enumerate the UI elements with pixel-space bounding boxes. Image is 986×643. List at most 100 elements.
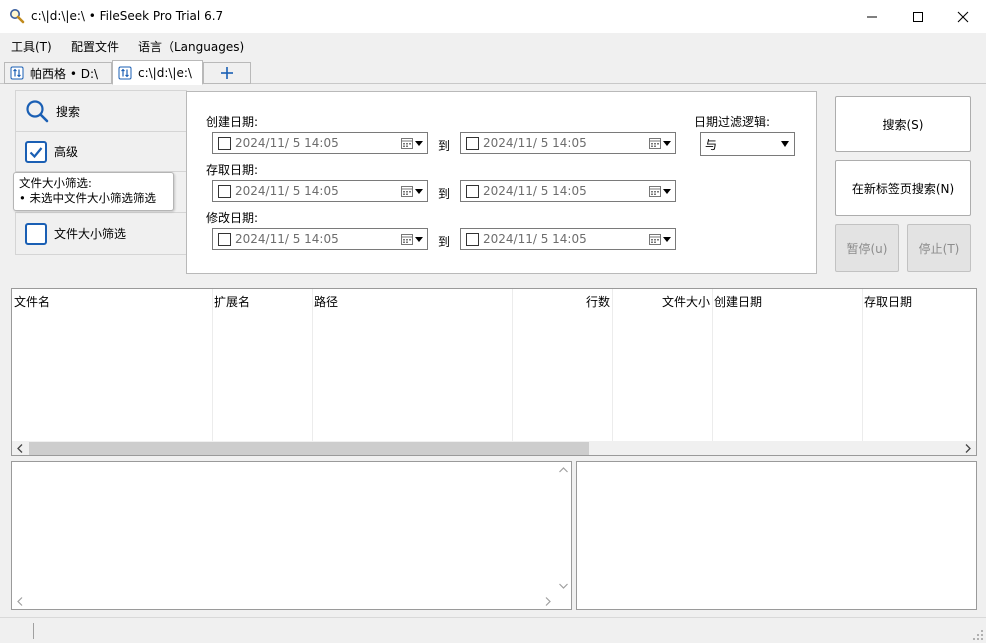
date-logic-label: 日期过滤逻辑: [694, 115, 771, 129]
stop-button[interactable]: 停止(T) [907, 224, 971, 272]
tab-cde[interactable]: c:\|d:\|e:\ [112, 60, 203, 85]
created-date-label: 创建日期: [206, 115, 259, 129]
column-header-lines[interactable]: 行数 [586, 293, 610, 310]
created-to-value: 2024/11/ 5 14:05 [483, 136, 587, 150]
modified-from-picker[interactable]: 2024/11/ 5 14:05 [212, 228, 428, 250]
menu-tools[interactable]: 工具(T) [11, 38, 52, 55]
search-new-tab-button[interactable]: 在新标签页搜索(N) [835, 160, 971, 216]
tab-label: 帕西格 • D:\ [30, 66, 99, 81]
nav-search-button[interactable]: 搜索 [15, 90, 187, 132]
menu-bar: 工具(T) 配置文件 语言（Languages) [0, 33, 986, 57]
accessed-to-value: 2024/11/ 5 14:05 [483, 184, 587, 198]
date-logic-select[interactable]: 与 [700, 132, 795, 156]
modified-from-checkbox[interactable] [218, 232, 231, 246]
magnifier-app-icon [10, 9, 25, 24]
modified-date-label: 修改日期: [206, 211, 259, 225]
pause-button[interactable]: 暂停(u) [835, 224, 899, 272]
tooltip-title: 文件大小筛选: [19, 176, 92, 190]
search-tab-icon [10, 66, 24, 80]
created-to-picker[interactable]: 2024/11/ 5 14:05 [460, 132, 676, 154]
column-header-filename[interactable]: 文件名 [14, 293, 50, 310]
date-logic-value: 与 [705, 137, 718, 152]
column-separator [212, 289, 213, 441]
menu-profiles[interactable]: 配置文件 [71, 38, 119, 55]
tab-strip: 帕西格 • D:\ c:\|d:\|e:\ [0, 57, 986, 85]
tab-pasig[interactable]: 帕西格 • D:\ [4, 62, 112, 84]
close-button[interactable] [940, 0, 986, 33]
results-horizontal-scrollbar[interactable] [12, 441, 976, 455]
column-header-path[interactable]: 路径 [314, 293, 338, 310]
preview-horizontal-scrollbar[interactable] [12, 594, 556, 609]
nav-filesize-button[interactable]: 文件大小筛选 [15, 212, 187, 255]
preview-vertical-scrollbar[interactable] [556, 462, 571, 594]
window-title: c:\|d:\|e:\ • FileSeek Pro Trial 6.7 [31, 9, 224, 23]
minimize-icon [867, 16, 877, 17]
modified-to-value: 2024/11/ 5 14:05 [483, 232, 587, 246]
calendar-icon [401, 233, 413, 245]
column-separator [512, 289, 513, 441]
column-header-created[interactable]: 创建日期 [714, 293, 762, 310]
column-separator [712, 289, 713, 441]
search-icon [26, 100, 49, 123]
checkbox-checked-icon [25, 140, 47, 163]
results-table[interactable]: 文件名 扩展名 路径 行数 文件大小 创建日期 存取日期 [11, 288, 977, 456]
add-tab-button[interactable] [203, 62, 251, 84]
created-from-checkbox[interactable] [218, 136, 231, 150]
scroll-up-icon[interactable] [559, 467, 568, 473]
column-header-filesize[interactable]: 文件大小 [662, 293, 710, 310]
nav-advanced-label: 高级 [54, 145, 79, 159]
dropdown-arrow-icon [415, 140, 423, 146]
column-header-extension[interactable]: 扩展名 [214, 293, 250, 310]
minimize-button[interactable] [849, 0, 895, 33]
accessed-to-checkbox[interactable] [466, 184, 479, 198]
calendar-icon [649, 233, 661, 245]
accessed-from-checkbox[interactable] [218, 184, 231, 198]
checkbox-unchecked-icon [25, 222, 47, 245]
accessed-from-value: 2024/11/ 5 14:05 [235, 184, 339, 198]
created-to-label: 到 [438, 139, 451, 153]
modified-to-label: 到 [438, 235, 451, 249]
modified-to-picker[interactable]: 2024/11/ 5 14:05 [460, 228, 676, 250]
nav-advanced-button[interactable]: 高级 [15, 131, 187, 172]
scroll-right-icon[interactable] [965, 444, 971, 453]
created-from-picker[interactable]: 2024/11/ 5 14:05 [212, 132, 428, 154]
search-button[interactable]: 搜索(S) [835, 96, 971, 152]
tooltip-line: • 未选中文件大小筛选筛选 [19, 191, 156, 205]
dropdown-arrow-icon [415, 236, 423, 242]
created-to-checkbox[interactable] [466, 136, 479, 150]
dropdown-arrow-icon [663, 188, 671, 194]
resize-grip-icon[interactable] [973, 630, 983, 640]
scroll-left-icon[interactable] [17, 597, 23, 606]
nav-search-label: 搜索 [56, 104, 81, 119]
dropdown-arrow-icon [415, 188, 423, 194]
scroll-left-icon[interactable] [17, 444, 23, 453]
tab-label: c:\|d:\|e:\ [138, 65, 192, 80]
nav-filesize-label: 文件大小筛选 [54, 227, 127, 241]
maximize-icon [913, 11, 923, 22]
title-bar: c:\|d:\|e:\ • FileSeek Pro Trial 6.7 [0, 0, 986, 33]
menu-languages[interactable]: 语言（Languages) [138, 38, 244, 55]
close-icon [957, 11, 969, 22]
status-bar [0, 617, 986, 643]
preview-pane[interactable] [11, 461, 572, 610]
status-separator [33, 623, 34, 639]
scroll-right-icon[interactable] [545, 597, 551, 606]
scroll-down-icon[interactable] [559, 583, 568, 589]
calendar-icon [649, 185, 661, 197]
details-pane[interactable] [576, 461, 977, 610]
column-header-accessed[interactable]: 存取日期 [864, 293, 912, 310]
accessed-date-label: 存取日期: [206, 163, 259, 177]
accessed-to-picker[interactable]: 2024/11/ 5 14:05 [460, 180, 676, 202]
modified-to-checkbox[interactable] [466, 232, 479, 246]
column-separator [862, 289, 863, 441]
filesize-tooltip: 文件大小筛选: • 未选中文件大小筛选筛选 [13, 172, 174, 211]
maximize-button[interactable] [895, 0, 941, 33]
dropdown-arrow-icon [663, 236, 671, 242]
accessed-from-picker[interactable]: 2024/11/ 5 14:05 [212, 180, 428, 202]
modified-from-value: 2024/11/ 5 14:05 [235, 232, 339, 246]
dropdown-arrow-icon [781, 141, 789, 147]
column-separator [612, 289, 613, 441]
scrollbar-thumb[interactable] [29, 442, 589, 455]
calendar-icon [401, 185, 413, 197]
calendar-icon [649, 137, 661, 149]
